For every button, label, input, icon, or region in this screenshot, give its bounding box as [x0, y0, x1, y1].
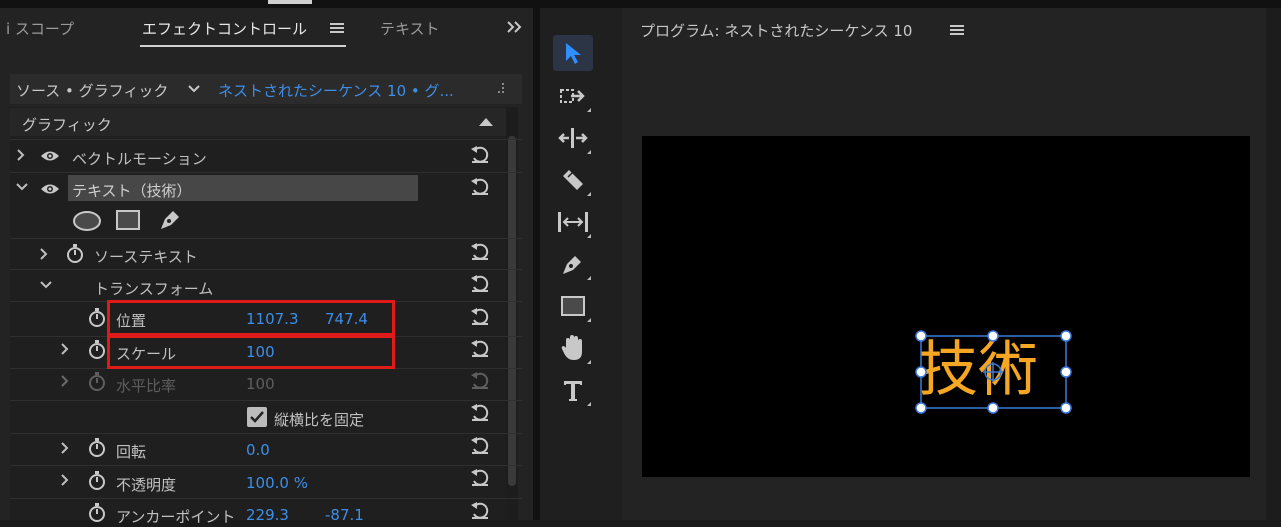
reset-icon[interactable] [470, 502, 490, 520]
row-label: 水平比率 [116, 377, 177, 395]
expand-chevron-icon[interactable] [61, 474, 69, 486]
stopwatch-icon[interactable] [88, 503, 106, 523]
layer-name[interactable]: テキスト（技術） [72, 180, 192, 201]
checkbox-label: 縦横比を固定 [274, 411, 365, 429]
opacity-value[interactable]: 100.0 % [246, 474, 308, 492]
anchor-y-value[interactable]: -87.1 [325, 506, 364, 524]
expand-chevron-icon[interactable] [40, 248, 48, 260]
anchor-x-value[interactable]: 229.3 [246, 506, 289, 524]
rectangle-mask-icon[interactable] [115, 209, 141, 231]
flyout-indicator [587, 276, 591, 280]
reset-icon [470, 372, 490, 390]
source-bar: ソース • グラフィック ネストされたシーケンス 10 • グ... [10, 74, 522, 104]
tab-effect-controls[interactable]: エフェクトコントロール [142, 18, 307, 39]
rotation-value[interactable]: 0.0 [246, 441, 270, 459]
ellipse-mask-icon[interactable] [72, 210, 102, 232]
width-scale-value: 100 [246, 375, 275, 393]
reset-icon[interactable] [470, 340, 490, 358]
drag-indicator [268, 0, 312, 4]
collapse-up-icon[interactable] [479, 118, 493, 126]
row-label: アンカーポイント [116, 508, 236, 526]
panel-overflow-icon[interactable] [506, 20, 524, 34]
reset-icon[interactable] [470, 404, 490, 422]
collapse-chevron-icon[interactable] [16, 183, 28, 191]
sequence-label[interactable]: ネストされたシーケンス 10 • グ... [218, 80, 454, 101]
flyout-indicator [587, 108, 591, 112]
flyout-indicator [587, 150, 591, 154]
pen-mask-icon[interactable] [157, 207, 183, 233]
tab-text[interactable]: テキスト [380, 18, 440, 39]
flyout-indicator [587, 318, 591, 322]
program-monitor-title[interactable]: プログラム: ネストされたシーケンス 10 [640, 20, 912, 41]
reset-icon[interactable] [470, 469, 490, 487]
text-graphic[interactable]: 技術 [915, 330, 1073, 418]
eye-icon[interactable] [40, 150, 60, 162]
panel-divider [533, 0, 540, 520]
uniform-scale-checkbox[interactable] [247, 407, 267, 427]
scale-highlight-box [107, 335, 395, 369]
row-label: 不透明度 [116, 476, 177, 494]
row-label: トランスフォーム [94, 280, 214, 298]
gripper-icon[interactable] [496, 82, 506, 96]
expand-chevron-icon[interactable] [61, 343, 69, 355]
selection-box[interactable] [915, 330, 1073, 418]
section-label: グラフィック [22, 116, 112, 134]
position-highlight-box [107, 300, 395, 336]
row-label: ソーステキスト [94, 248, 198, 266]
stopwatch-icon[interactable] [88, 438, 106, 458]
expand-chevron-icon[interactable] [17, 149, 25, 161]
reset-icon[interactable] [470, 243, 490, 261]
program-video-frame[interactable] [642, 136, 1250, 477]
row-label: 回転 [116, 443, 147, 461]
top-border [0, 0, 1281, 8]
expand-chevron-icon[interactable] [61, 442, 69, 454]
stopwatch-icon [88, 372, 106, 392]
reset-icon[interactable] [470, 275, 490, 293]
flyout-indicator [587, 402, 591, 406]
eye-icon[interactable] [40, 183, 60, 195]
flyout-indicator [587, 192, 591, 196]
reset-icon[interactable] [470, 437, 490, 455]
source-label: ソース • グラフィック [16, 82, 169, 100]
stopwatch-icon[interactable] [88, 308, 106, 328]
chevron-down-icon[interactable] [188, 85, 200, 93]
panel-menu-icon[interactable] [950, 24, 964, 36]
active-tab-underline [140, 45, 346, 47]
reset-icon[interactable] [470, 308, 490, 326]
reset-icon[interactable] [470, 146, 490, 164]
row-label: ベクトルモーション [72, 150, 207, 168]
collapse-chevron-icon[interactable] [40, 281, 52, 289]
stopwatch-icon[interactable] [88, 471, 106, 491]
flyout-indicator [587, 234, 591, 238]
flyout-indicator [587, 360, 591, 364]
panel-menu-icon[interactable] [330, 22, 344, 34]
expand-chevron-icon[interactable] [61, 375, 69, 387]
stopwatch-icon[interactable] [66, 244, 84, 264]
tab-scopes[interactable]: i スコープ [6, 18, 74, 39]
reset-icon[interactable] [470, 178, 490, 196]
panel-edge [1266, 8, 1281, 520]
selection-tool-icon[interactable] [553, 35, 593, 71]
stopwatch-icon[interactable] [88, 340, 106, 360]
